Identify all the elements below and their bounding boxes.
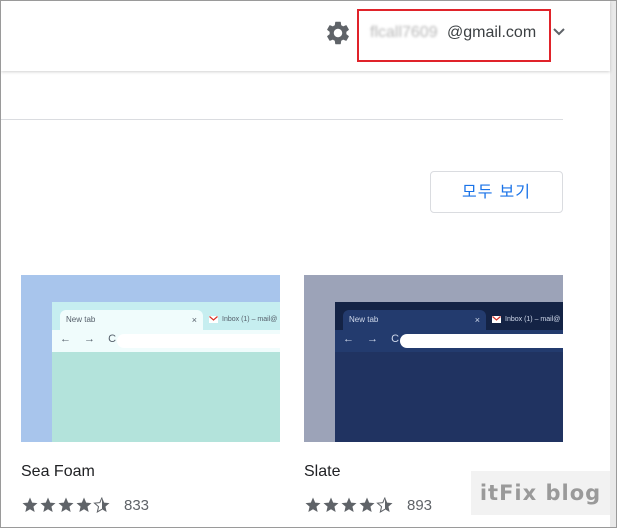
preview-page	[52, 352, 280, 442]
scrollbar-gutter[interactable]	[610, 1, 616, 527]
top-header: flcall7609 @gmail.com	[1, 1, 610, 71]
preview-toolbar: ← → C	[52, 330, 280, 352]
chevron-down-icon[interactable]	[552, 27, 566, 37]
preview-tab-label: New tab	[66, 315, 96, 324]
theme-card-slate[interactable]: New tab × Inbox (1) – mail@ ← → C Slate	[304, 275, 563, 514]
gmail-icon	[209, 316, 218, 323]
rating-count: 893	[407, 497, 433, 514]
preview-inactive-tab: Inbox (1) – mail@	[204, 310, 280, 330]
star-icon	[40, 497, 56, 512]
section-divider	[1, 119, 563, 120]
star-half-icon	[93, 497, 110, 514]
close-icon: ×	[191, 315, 197, 325]
preview-browser-window: New tab × Inbox (1) – mail@ ← → C	[335, 302, 563, 442]
star-icon	[341, 497, 357, 512]
preview-omnibox	[117, 334, 280, 348]
star-icon	[76, 497, 92, 512]
preview-inactive-tab: Inbox (1) – mail@	[487, 310, 563, 330]
star-half-icon	[376, 497, 393, 514]
window-frame: flcall7609 @gmail.com 모두 보기 New tab × In…	[0, 0, 617, 528]
close-icon: ×	[474, 315, 480, 325]
star-icon	[359, 497, 375, 512]
blog-watermark: itFix blog	[471, 471, 610, 515]
gear-icon[interactable]	[324, 19, 352, 47]
theme-preview[interactable]: New tab × Inbox (1) – mail@ ← → C	[21, 275, 280, 442]
preview-toolbar: ← → C	[335, 330, 563, 352]
preview-other-tab-label: Inbox (1) – mail@	[505, 316, 561, 323]
star-rating	[304, 496, 394, 514]
preview-page	[335, 352, 563, 442]
preview-nav-icons: ← → C	[343, 333, 405, 345]
view-all-button[interactable]: 모두 보기	[430, 171, 563, 213]
theme-title[interactable]: Slate	[304, 463, 340, 481]
account-email-domain[interactable]: @gmail.com	[447, 24, 536, 42]
star-icon	[323, 497, 339, 512]
theme-card-sea-foam[interactable]: New tab × Inbox (1) – mail@ ← → C Sea Fo…	[21, 275, 280, 514]
preview-nav-icons: ← → C	[60, 333, 122, 345]
preview-active-tab: New tab ×	[60, 310, 203, 330]
preview-browser-window: New tab × Inbox (1) – mail@ ← → C	[52, 302, 280, 442]
star-icon	[22, 497, 38, 512]
preview-omnibox	[400, 334, 563, 348]
preview-active-tab: New tab ×	[343, 310, 486, 330]
star-icon	[58, 497, 74, 512]
preview-other-tab-label: Inbox (1) – mail@	[222, 316, 278, 323]
gmail-icon	[492, 316, 501, 323]
star-icon	[305, 497, 321, 512]
preview-tab-label: New tab	[349, 315, 379, 324]
theme-title[interactable]: Sea Foam	[21, 463, 95, 481]
rating-count: 833	[124, 497, 150, 514]
account-username-blurred: flcall7609	[370, 24, 438, 41]
star-rating	[21, 496, 111, 514]
theme-preview[interactable]: New tab × Inbox (1) – mail@ ← → C	[304, 275, 563, 442]
